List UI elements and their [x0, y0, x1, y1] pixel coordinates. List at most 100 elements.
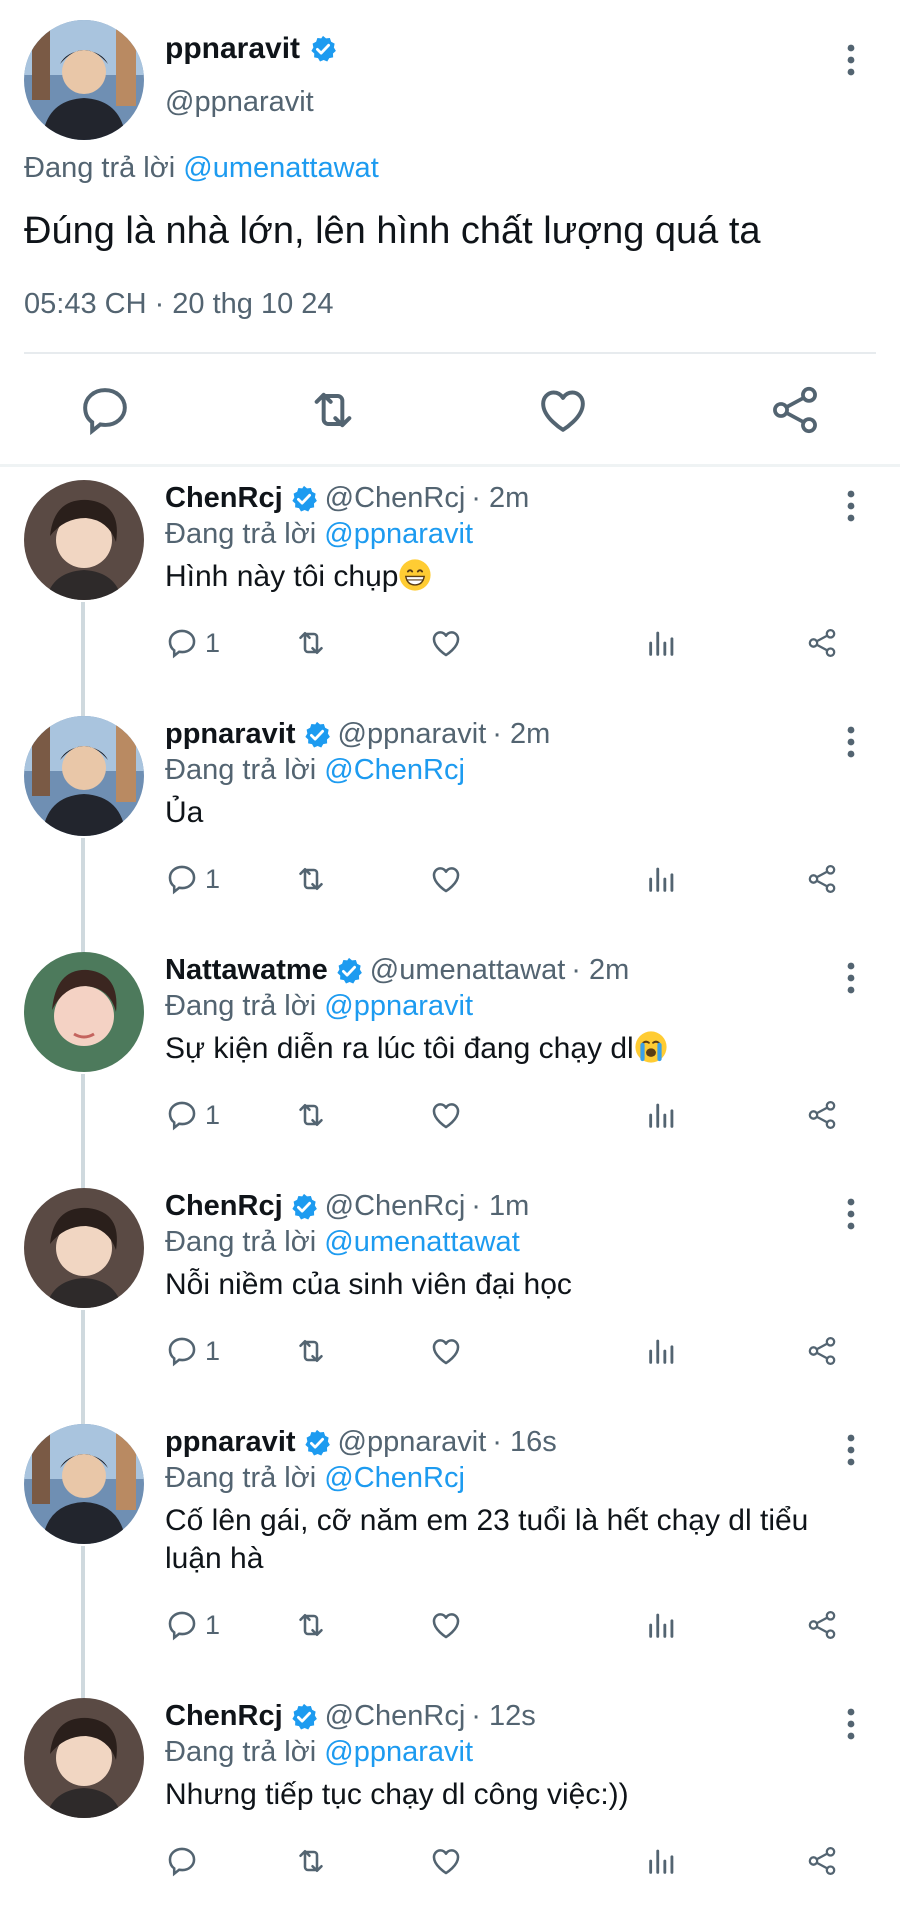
views-button[interactable] [645, 1090, 679, 1140]
more-icon[interactable] [836, 958, 866, 998]
more-icon[interactable] [836, 1704, 866, 1744]
author-name[interactable]: ppnaravit [165, 718, 296, 751]
share-button[interactable] [805, 1326, 839, 1376]
more-icon[interactable] [836, 486, 866, 526]
share-button[interactable] [805, 1600, 839, 1650]
author-handle[interactable]: @ppnaravit [338, 1426, 487, 1459]
reply-text: Sự kiện diễn ra lúc tôi đang chạy dl [165, 1030, 865, 1068]
reply-time[interactable]: · 2m [492, 718, 550, 751]
more-icon[interactable] [836, 722, 866, 762]
avatar[interactable] [24, 716, 144, 836]
share-button[interactable] [805, 618, 839, 668]
avatar[interactable] [24, 1188, 144, 1308]
views-button[interactable] [645, 1326, 679, 1376]
reply-icon [168, 1847, 196, 1877]
author-name[interactable]: ChenRcj [165, 482, 283, 515]
avatar[interactable] [24, 20, 144, 140]
like-icon [432, 1339, 460, 1365]
reply-icon[interactable] [77, 382, 133, 438]
like-button[interactable] [429, 1090, 463, 1140]
replying-to-link[interactable]: @ppnaravit [324, 1736, 473, 1768]
reply-tweet[interactable]: ppnaravit @ppnaravit · 2m Đang trả lời @… [0, 702, 900, 942]
reply-button[interactable]: 1 [165, 1600, 220, 1650]
retweet-button[interactable] [293, 1326, 329, 1376]
replying-to-link[interactable]: @ppnaravit [324, 990, 473, 1022]
retweet-button[interactable] [293, 1836, 329, 1886]
retweet-button[interactable] [293, 854, 329, 904]
reply-time[interactable]: · 2m [571, 954, 629, 987]
share-button[interactable] [805, 854, 839, 904]
reply-button[interactable]: 1 [165, 618, 220, 668]
like-icon[interactable] [535, 382, 591, 438]
author-name[interactable]: ChenRcj [165, 1190, 283, 1223]
replying-to-link[interactable]: @ChenRcj [324, 1462, 465, 1494]
author-name[interactable]: ppnaravit [165, 32, 338, 66]
reply-header: Nattawatme @umenattawat · 2m [165, 954, 629, 987]
retweet-button[interactable] [293, 618, 329, 668]
share-icon[interactable] [767, 382, 823, 438]
avatar[interactable] [24, 1424, 144, 1544]
replying-to-link[interactable]: @ChenRcj [324, 754, 465, 786]
reply-time[interactable]: · 1m [471, 1190, 529, 1223]
retweet-button[interactable] [293, 1090, 329, 1140]
views-button[interactable] [645, 618, 679, 668]
tweet-timestamp[interactable]: 05:43 CH · 20 thg 10 24 [24, 288, 334, 321]
reply-button[interactable] [165, 1836, 205, 1886]
reply-text: Nỗi niềm của sinh viên đại học [165, 1268, 572, 1301]
like-button[interactable] [429, 1836, 463, 1886]
retweet-button[interactable] [293, 1600, 329, 1650]
share-icon [808, 1846, 836, 1876]
author-handle[interactable]: @ChenRcj [325, 482, 466, 515]
crying-emoji-icon [635, 1031, 667, 1063]
retweet-icon [299, 1339, 323, 1363]
reply-count: 1 [205, 1099, 221, 1130]
author-handle[interactable]: @umenattawat [370, 954, 565, 987]
like-button[interactable] [429, 1326, 463, 1376]
retweet-icon [299, 1103, 323, 1127]
author-name[interactable]: ChenRcj [165, 1700, 283, 1733]
more-icon[interactable] [836, 1430, 866, 1470]
replying-to-link[interactable]: @umenattawat [324, 1226, 519, 1258]
reply-time[interactable]: · 2m [471, 482, 529, 515]
share-button[interactable] [805, 1836, 839, 1886]
retweet-icon[interactable] [305, 382, 361, 438]
author-handle[interactable]: @ppnaravit [165, 86, 314, 119]
author-name[interactable]: ppnaravit [165, 1426, 296, 1459]
replying-to-link[interactable]: @umenattawat [183, 152, 378, 184]
replying-to: Đang trả lời @umenattawat [165, 1226, 520, 1258]
views-button[interactable] [645, 854, 679, 904]
divider [24, 352, 876, 354]
share-icon [808, 1610, 836, 1640]
reply-button[interactable]: 1 [165, 1090, 220, 1140]
replying-to-link[interactable]: @ppnaravit [324, 518, 473, 550]
like-button[interactable] [429, 854, 463, 904]
author-handle[interactable]: @ChenRcj [325, 1190, 466, 1223]
author-handle[interactable]: @ppnaravit [338, 718, 487, 751]
share-button[interactable] [805, 1090, 839, 1140]
views-button[interactable] [645, 1600, 679, 1650]
reply-button[interactable]: 1 [165, 854, 220, 904]
reply-tweet[interactable]: ppnaravit @ppnaravit · 16s Đang trả lời … [0, 1410, 900, 1688]
more-icon[interactable] [836, 1194, 866, 1234]
avatar[interactable] [24, 1698, 144, 1818]
reply-tweet[interactable]: ChenRcj @ChenRcj · 1m Đang trả lời @umen… [0, 1174, 900, 1414]
like-button[interactable] [429, 1600, 463, 1650]
reply-tweet[interactable]: ChenRcj @ChenRcj · 12s Đang trả lời @ppn… [0, 1684, 900, 1920]
avatar[interactable] [24, 480, 144, 600]
reply-tweet[interactable]: Nattawatme @umenattawat · 2m Đang trả lờ… [0, 938, 900, 1178]
avatar[interactable] [24, 952, 144, 1072]
reply-time[interactable]: · 16s [492, 1426, 556, 1459]
reply-time[interactable]: · 12s [471, 1700, 535, 1733]
like-icon [432, 867, 460, 893]
reply-tweet[interactable]: ChenRcj @ChenRcj · 2m Đang trả lời @ppna… [0, 468, 900, 706]
share-icon [808, 1100, 836, 1130]
like-icon [432, 1103, 460, 1129]
reply-button[interactable]: 1 [165, 1326, 220, 1376]
author-name[interactable]: Nattawatme [165, 954, 328, 987]
views-button[interactable] [645, 1836, 679, 1886]
tweet-text: Đúng là nhà lớn, lên hình chất lượng quá… [24, 210, 761, 252]
author-handle[interactable]: @ChenRcj [325, 1700, 466, 1733]
like-button[interactable] [429, 618, 463, 668]
grin-emoji-icon [399, 559, 432, 591]
more-icon[interactable] [836, 40, 866, 80]
